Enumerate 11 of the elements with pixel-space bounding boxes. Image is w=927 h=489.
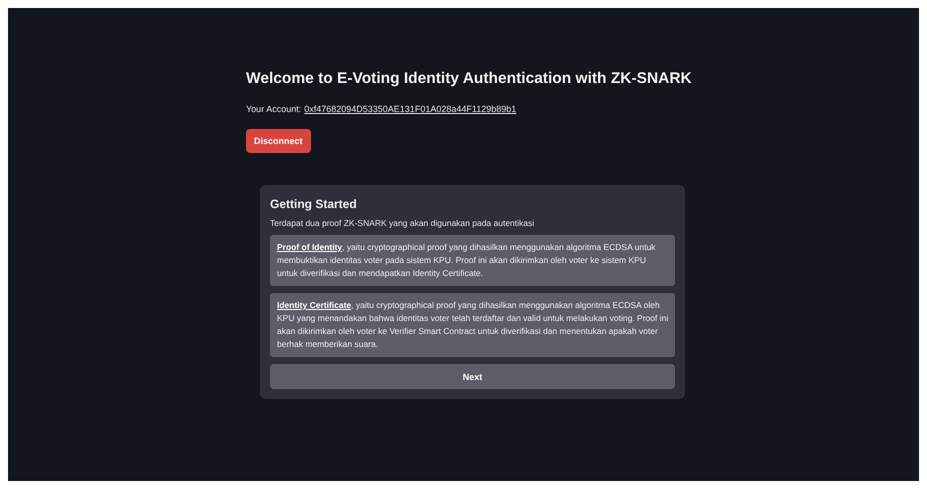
- proof-description: Proof of Identity, yaitu cryptographical proof yang dihasilkan menggunakan algoritma ECDSA untuk membuktikan identitas voter pada sistem KPU. Proof ini akan dikirimkan oleh voter ke sistem KPU untuk diverifikasi dan mendapatkan Identity Certificate.: [277, 241, 656, 280]
- page-heading: Welcome to E-Voting Identity Authentication with ZK-SNARK: [246, 70, 693, 88]
- account-label: Your Account:: [246, 104, 302, 114]
- account-address-link[interactable]: 0xf47682094D53350AE131F01A028a44F1129b89b1: [304, 104, 516, 114]
- proof-description: Identity Certificate, yaitu cryptographical proof yang dihasilkan menggunakan algoritma ECDSA oleh KPU yang menandakan bahwa identitas voter telah terdaftar dan valid untuk melakukan voting. Proof ini akan dikirimkan oleh voter ke Verifier Smart Contract untuk diverifikasi dan menentukan apakah voter berhak memberikan suara.: [277, 299, 669, 351]
- disconnect-button[interactable]: Disconnect: [246, 129, 311, 153]
- next-button[interactable]: Next: [270, 364, 675, 389]
- intro-text: Terdapat dua proof ZK-SNARK yang akan digunakan pada autentikasi: [270, 218, 536, 228]
- term-link[interactable]: Proof of Identity: [277, 242, 342, 252]
- card-title: Getting Started: [270, 197, 358, 211]
- term-link[interactable]: Identity Certificate: [277, 300, 352, 310]
